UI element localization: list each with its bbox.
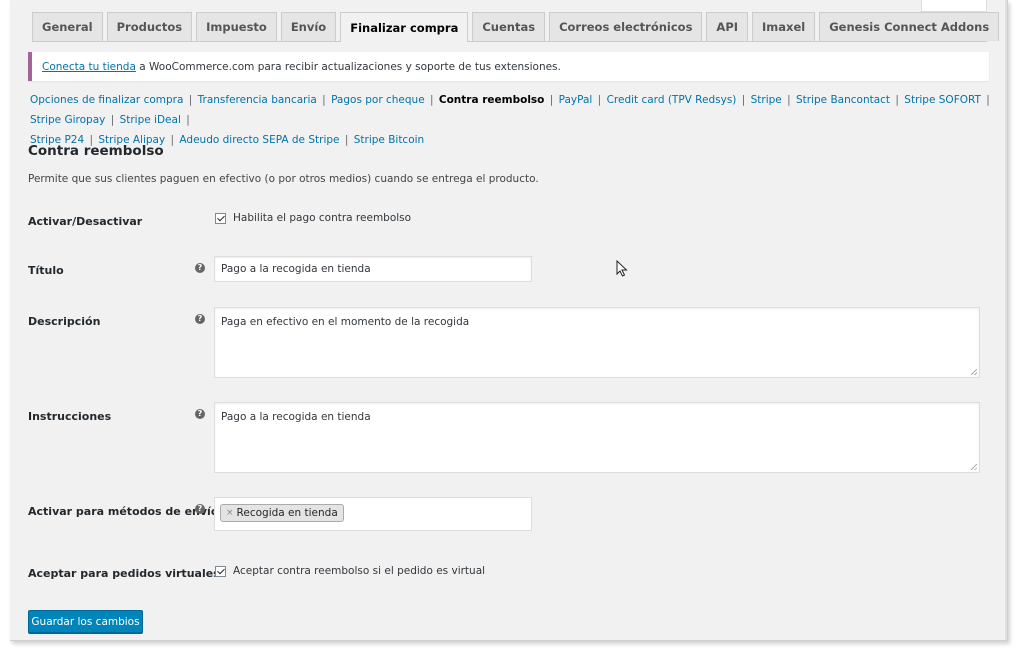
- subnav-stripe-sofort[interactable]: Stripe SOFORT: [904, 94, 981, 106]
- description-label: Descripción: [28, 315, 101, 328]
- save-changes-button[interactable]: Guardar los cambios: [28, 610, 143, 633]
- tab-impuesto[interactable]: Impuesto: [196, 12, 277, 41]
- tab-general[interactable]: General: [32, 12, 103, 41]
- subnav-stripe-ideal[interactable]: Stripe iDeal: [120, 114, 181, 126]
- resize-grip-icon[interactable]: [971, 369, 977, 375]
- payment-methods-subnav: Opciones de finalizar compra | Transfere…: [30, 94, 990, 146]
- settings-page: General Productos Impuesto Envío Finaliz…: [10, 0, 1008, 641]
- tab-api[interactable]: API: [706, 12, 749, 41]
- subnav-stripe-giropay[interactable]: Stripe Giropay: [30, 114, 105, 126]
- connect-store-link[interactable]: Conecta tu tienda: [42, 61, 136, 73]
- subnav-pagos-por-cheque[interactable]: Pagos por cheque: [331, 94, 425, 106]
- instructions-label: Instrucciones: [28, 410, 112, 423]
- mouse-cursor-icon: [616, 260, 628, 277]
- remove-chip-icon[interactable]: ×: [226, 508, 234, 518]
- scrollbar[interactable]: [1005, 0, 1007, 640]
- screen-options-box[interactable]: [921, 0, 987, 12]
- tab-genesis-connect-addons[interactable]: Genesis Connect Addons: [819, 12, 1000, 41]
- title-input[interactable]: Pago a la recogida en tienda: [214, 256, 532, 282]
- tab-finalizar-compra[interactable]: Finalizar compra: [340, 12, 469, 42]
- tab-envio[interactable]: Envío: [280, 12, 337, 41]
- enable-checkbox-label: Habilita el pago contra reembolso: [233, 212, 412, 224]
- title-input-value: Pago a la recogida en tienda: [221, 263, 371, 275]
- description-textarea[interactable]: Paga en efectivo en el momento de la rec…: [214, 307, 980, 378]
- shipping-methods-select[interactable]: × Recogida en tienda: [214, 497, 532, 531]
- woocommerce-connect-notice: Conecta tu tienda a WooCommerce.com para…: [28, 52, 989, 81]
- resize-grip-icon[interactable]: [971, 464, 977, 470]
- notice-text: a WooCommerce.com para recibir actualiza…: [135, 60, 561, 73]
- enable-checkbox-row[interactable]: Habilita el pago contra reembolso: [215, 212, 411, 224]
- shipping-methods-label: Activar para métodos de envío: [28, 505, 219, 518]
- tab-productos[interactable]: Productos: [106, 12, 193, 41]
- subnav-opciones-finalizar-compra[interactable]: Opciones de finalizar compra: [30, 94, 183, 106]
- subnav-stripe[interactable]: Stripe: [751, 94, 782, 106]
- tab-imaxel[interactable]: Imaxel: [752, 12, 816, 41]
- instructions-textarea-value: Pago a la recogida en tienda: [221, 411, 371, 423]
- virtual-orders-checkbox[interactable]: [215, 565, 226, 577]
- help-icon[interactable]: ?: [195, 504, 205, 514]
- virtual-orders-checkbox-label: Aceptar contra reembolso si el pedido es…: [233, 565, 486, 577]
- instructions-textarea[interactable]: Pago a la recogida en tienda: [214, 402, 980, 473]
- subnav-adeudo-directo-sepa[interactable]: Adeudo directo SEPA de Stripe: [179, 134, 339, 146]
- section-title: Contra reembolso: [28, 143, 164, 159]
- tab-cuentas[interactable]: Cuentas: [472, 12, 546, 41]
- help-icon[interactable]: ?: [195, 263, 205, 273]
- help-icon[interactable]: ?: [195, 409, 205, 419]
- enable-checkbox[interactable]: [215, 212, 226, 224]
- subnav-paypal[interactable]: PayPal: [559, 94, 593, 106]
- title-label: Título: [28, 264, 64, 277]
- tab-correos-electronicos[interactable]: Correos electrónicos: [549, 12, 703, 41]
- virtual-orders-label: Aceptar para pedidos virtuales: [28, 567, 220, 580]
- subnav-stripe-bancontact[interactable]: Stripe Bancontact: [796, 94, 890, 106]
- subnav-stripe-bitcoin[interactable]: Stripe Bitcoin: [354, 134, 425, 146]
- shipping-method-chip: × Recogida en tienda: [220, 504, 344, 522]
- subnav-contra-reembolso[interactable]: Contra reembolso: [439, 94, 545, 106]
- subnav-credit-card-tpv-redsys[interactable]: Credit card (TPV Redsys): [607, 94, 737, 106]
- description-textarea-value: Paga en efectivo en el momento de la rec…: [221, 316, 470, 328]
- subnav-transferencia-bancaria[interactable]: Transferencia bancaria: [198, 94, 317, 106]
- enable-label: Activar/Desactivar: [28, 215, 143, 228]
- virtual-orders-checkbox-row[interactable]: Aceptar contra reembolso si el pedido es…: [215, 565, 485, 577]
- settings-tabs: General Productos Impuesto Envío Finaliz…: [32, 12, 1000, 42]
- section-description: Permite que sus clientes paguen en efect…: [28, 173, 539, 185]
- help-icon[interactable]: ?: [195, 314, 205, 324]
- shipping-method-chip-label: Recogida en tienda: [236, 507, 338, 519]
